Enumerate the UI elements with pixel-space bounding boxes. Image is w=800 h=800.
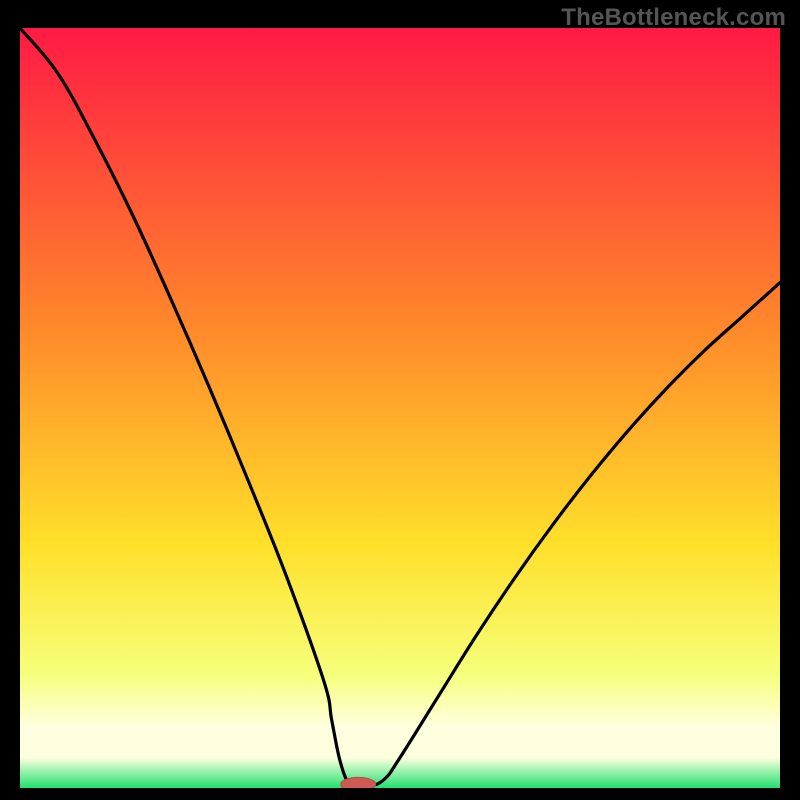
minimum-marker: [341, 777, 376, 788]
chart-frame: TheBottleneck.com: [0, 0, 800, 800]
plot-area: [20, 28, 780, 788]
plot-svg: [20, 28, 780, 788]
gradient-background: [20, 28, 780, 788]
